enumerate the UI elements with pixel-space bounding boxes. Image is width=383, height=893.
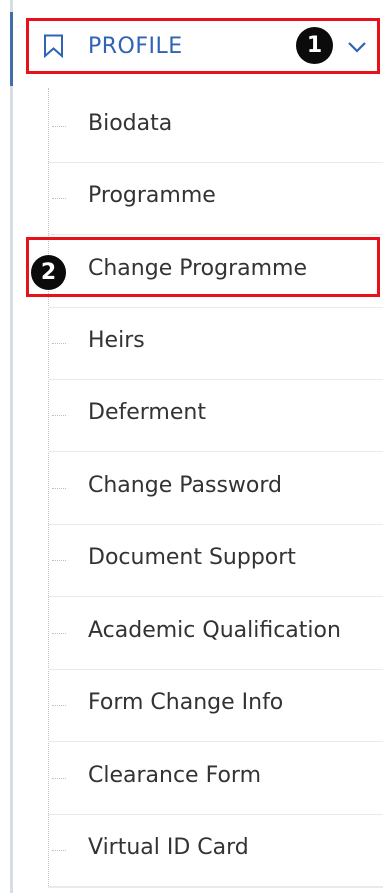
bookmark-icon bbox=[44, 34, 63, 58]
menu-item-label: Deferment bbox=[88, 400, 206, 425]
menu-item-academic-qualification[interactable]: Academic Qualification bbox=[48, 598, 383, 670]
tree-dash bbox=[52, 126, 66, 127]
menu-item-clearance-form[interactable]: Clearance Form bbox=[48, 743, 383, 815]
step-marker-1: 1 bbox=[296, 27, 333, 64]
menu-item-label: Heirs bbox=[88, 328, 145, 353]
tree-dash bbox=[52, 343, 66, 344]
tree-dash bbox=[52, 850, 66, 851]
menu-item-programme[interactable]: Programme bbox=[48, 163, 383, 235]
menu-item-change-programme[interactable]: Change Programme bbox=[48, 236, 383, 308]
menu-item-label: Form Change Info bbox=[88, 690, 284, 715]
menu-item-form-change-info[interactable]: Form Change Info bbox=[48, 670, 383, 742]
tree-dash bbox=[52, 633, 66, 634]
menu-item-document-support[interactable]: Document Support bbox=[48, 525, 383, 597]
menu-item-label: Biodata bbox=[88, 111, 173, 136]
menu-item-label: Document Support bbox=[88, 545, 296, 570]
menu-item-label: Programme bbox=[88, 183, 216, 208]
profile-sidebar-menu: PROFILE 1 Biodata Programme Change Progr… bbox=[0, 0, 383, 893]
tree-dash bbox=[52, 560, 66, 561]
tree-dash bbox=[52, 778, 66, 779]
menu-item-biodata[interactable]: Biodata bbox=[48, 91, 383, 163]
menu-item-deferment[interactable]: Deferment bbox=[48, 380, 383, 452]
chevron-down-icon[interactable] bbox=[347, 40, 367, 54]
menu-item-virtual-id-card[interactable]: Virtual ID Card bbox=[48, 815, 383, 887]
step-marker-2: 2 bbox=[31, 255, 66, 290]
active-section-indicator bbox=[10, 12, 13, 86]
menu-item-heirs[interactable]: Heirs bbox=[48, 308, 383, 380]
tree-dash bbox=[52, 705, 66, 706]
menu-item-label: Change Programme bbox=[88, 256, 308, 281]
tree-dash bbox=[52, 488, 66, 489]
menu-item-label: Virtual ID Card bbox=[88, 835, 249, 860]
menu-item-label: Clearance Form bbox=[88, 763, 262, 788]
menu-item-label: Academic Qualification bbox=[88, 618, 341, 643]
menu-bottom-divider bbox=[48, 887, 383, 888]
menu-item-label: Change Password bbox=[88, 473, 282, 498]
menu-item-change-password[interactable]: Change Password bbox=[48, 453, 383, 525]
tree-dash bbox=[52, 415, 66, 416]
sidebar-left-border bbox=[10, 0, 13, 893]
tree-dash bbox=[52, 198, 66, 199]
profile-menu-label: PROFILE bbox=[88, 33, 183, 59]
